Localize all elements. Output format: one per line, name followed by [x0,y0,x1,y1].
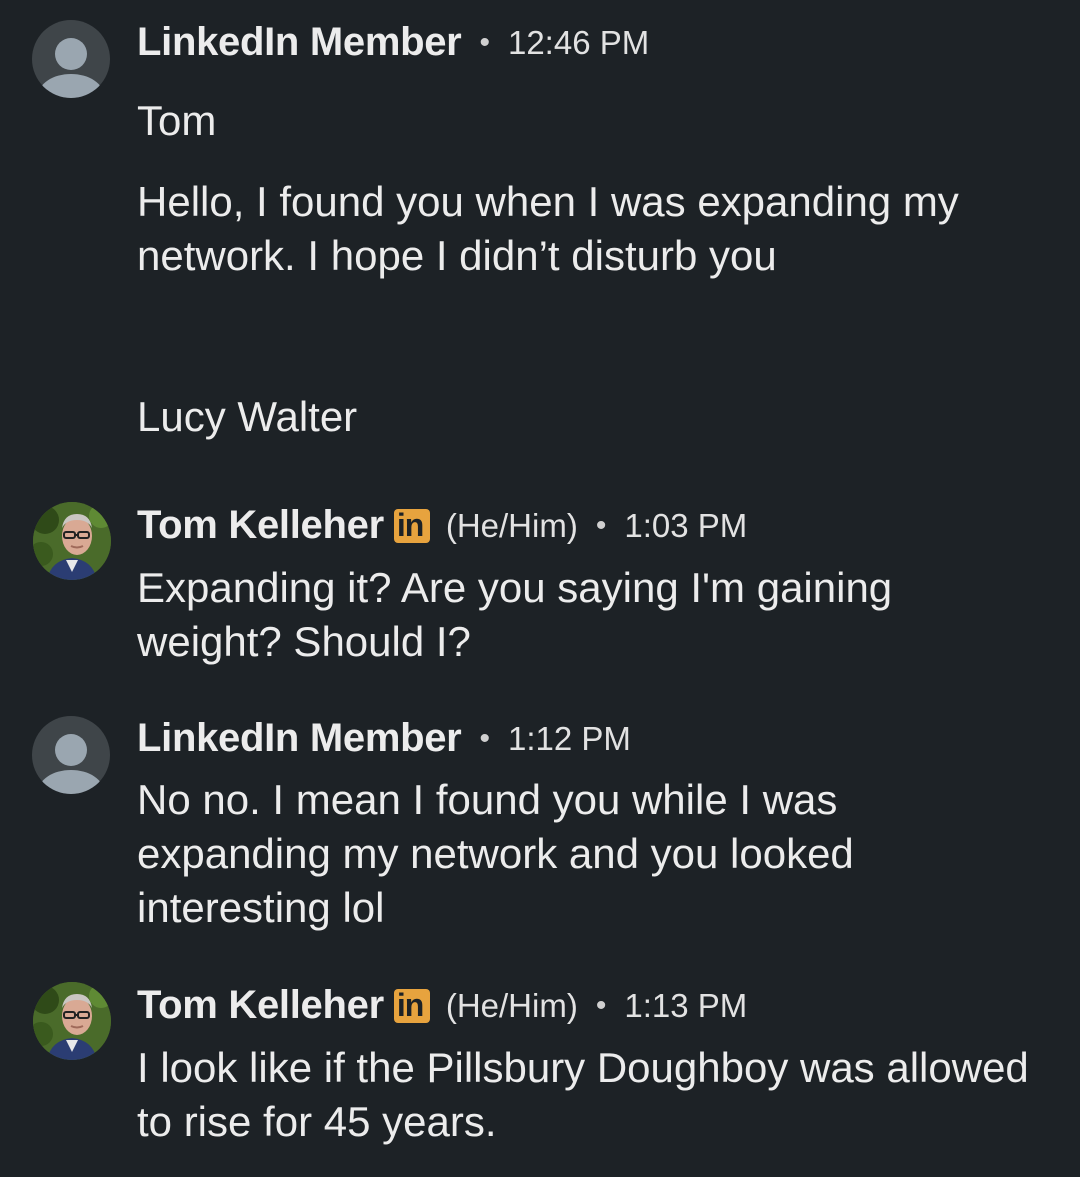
avatar-body-shape [38,770,104,794]
message-body: No no. I mean I found you while I was ex… [137,776,854,931]
message-header: LinkedIn Member • 12:46 PM [137,20,649,65]
tom-kelleher-avatar[interactable] [33,502,111,580]
message-header: Tom Kelleher in (He/Him) • 1:03 PM [137,503,747,548]
message-time: 1:12 PM [507,719,631,757]
tom-kelleher-avatar[interactable] [33,982,111,1060]
sender-name[interactable]: LinkedIn Member [137,20,462,65]
avatar-head-shape [55,734,87,766]
separator-dot: • [479,25,490,59]
linkedin-premium-badge-icon: in [393,507,430,543]
message-header: LinkedIn Member • 1:12 PM [137,716,631,761]
message-body: I look like if the Pillsbury Doughboy wa… [137,1044,1029,1145]
message-body: Hello, I found you when I was expanding … [137,178,959,279]
message-time: 1:03 PM [624,506,748,544]
message-time: 1:13 PM [624,986,748,1024]
avatar-head-shape [55,38,87,70]
member-avatar[interactable] [32,20,110,98]
sender-name[interactable]: Tom Kelleher [137,983,384,1028]
linkedin-premium-badge-icon: in [393,987,430,1023]
message-time: 12:46 PM [507,23,650,61]
avatar-body-shape [38,74,104,98]
profile-photo-icon [33,502,111,580]
separator-dot: • [479,721,490,755]
sender-name[interactable]: LinkedIn Member [137,716,462,761]
message-body: Expanding it? Are you saying I'm gaining… [137,564,893,665]
message-greeting: Tom [137,97,217,144]
message-signature: Lucy Walter [137,393,358,440]
pronouns: (He/Him) [445,986,578,1024]
profile-photo-icon [33,982,111,1060]
pronouns: (He/Him) [445,506,578,544]
sender-name[interactable]: Tom Kelleher [137,503,384,548]
separator-dot: • [595,988,607,1022]
separator-dot: • [595,508,607,542]
member-avatar[interactable] [32,716,110,794]
message-header: Tom Kelleher in (He/Him) • 1:13 PM [137,983,747,1028]
